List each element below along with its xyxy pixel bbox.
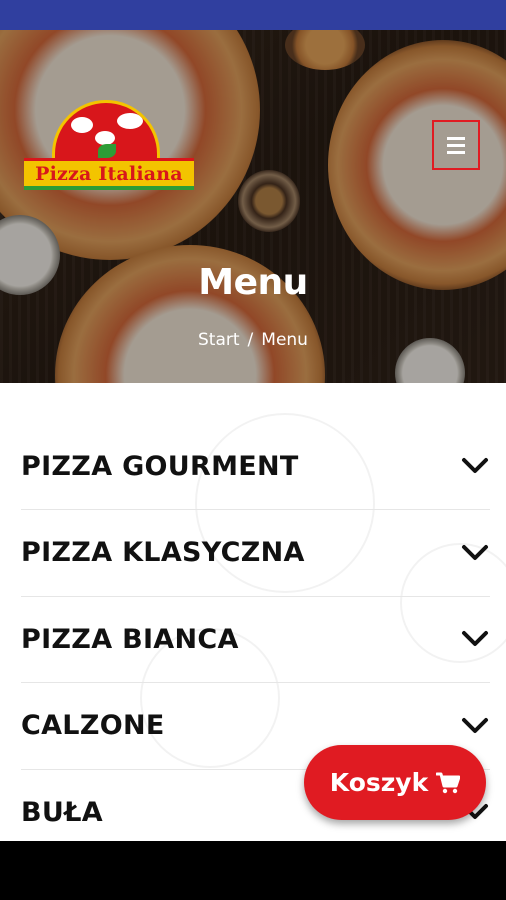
- system-navigation-bar: [0, 841, 506, 900]
- breadcrumb-home-link[interactable]: Start: [198, 330, 240, 350]
- site-logo[interactable]: Pizza Italiana: [24, 100, 194, 194]
- category-item-pizza-bianca[interactable]: PIZZA BIANCA: [21, 597, 490, 683]
- chevron-down-icon[interactable]: [460, 716, 490, 736]
- status-bar: [0, 0, 506, 30]
- category-item-pizza-gourment[interactable]: PIZZA GOURMENT: [21, 383, 490, 510]
- category-label: PIZZA KLASYCZNA: [21, 537, 305, 569]
- cart-button[interactable]: Koszyk: [304, 745, 486, 820]
- hero-banner: Pizza Italiana Menu Start / Menu: [0, 30, 506, 383]
- logo-banner: Pizza Italiana: [24, 158, 194, 190]
- chevron-down-icon[interactable]: [460, 456, 490, 476]
- category-label: BUŁA: [21, 796, 103, 828]
- chevron-down-icon[interactable]: [460, 629, 490, 649]
- category-item-pizza-klasyczna[interactable]: PIZZA KLASYCZNA: [21, 510, 490, 597]
- chevron-down-icon[interactable]: [460, 543, 490, 563]
- breadcrumb: Start / Menu: [0, 330, 506, 350]
- hamburger-menu-button[interactable]: [432, 120, 480, 170]
- breadcrumb-separator: /: [247, 330, 254, 350]
- breadcrumb-current: Menu: [261, 330, 308, 350]
- cart-button-label: Koszyk: [329, 768, 429, 797]
- page-title: Menu: [198, 262, 308, 303]
- logo-leaf-graphic: [98, 144, 116, 158]
- cart-icon: [436, 772, 461, 793]
- category-label: PIZZA GOURMENT: [21, 450, 299, 482]
- category-label: PIZZA BIANCA: [21, 623, 239, 655]
- logo-text: Pizza Italiana: [35, 162, 183, 185]
- hamburger-icon: [447, 136, 465, 140]
- category-label: CALZONE: [21, 710, 165, 742]
